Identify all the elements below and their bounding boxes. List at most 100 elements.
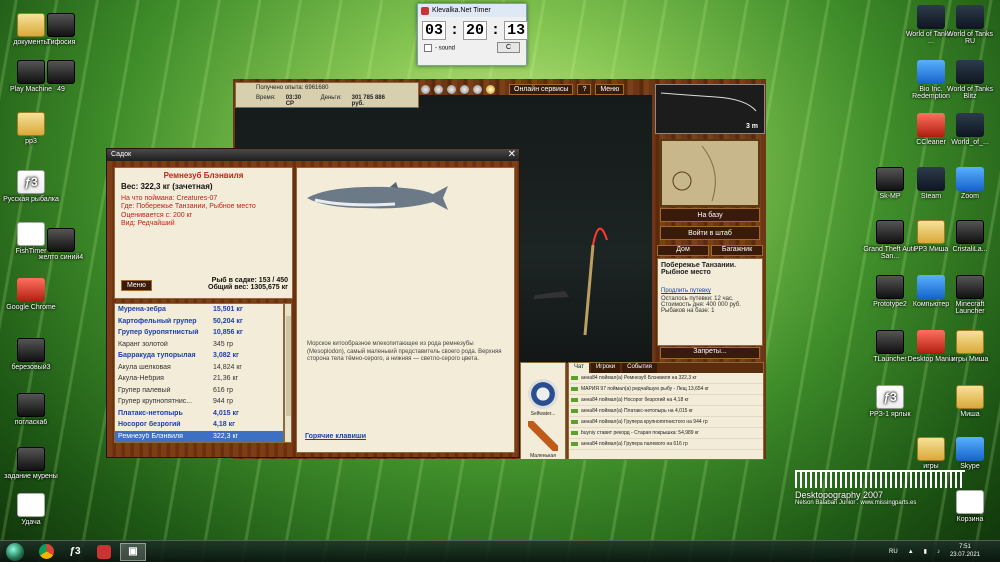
fish-row-weight: 50,204 кг	[213, 317, 243, 325]
folder-icon	[956, 330, 984, 354]
to-base-button[interactable]: На базу	[660, 208, 760, 222]
desktop-icon[interactable]: World of Tanks RU	[942, 5, 998, 46]
enter-hq-button[interactable]: Войти в штаб	[660, 226, 760, 240]
fish-list-row[interactable]: Групер палевый 616 гр	[115, 385, 283, 397]
desktop-icon[interactable]: задание мурены	[3, 447, 59, 480]
tray-arrow-icon[interactable]: ▲	[908, 549, 914, 555]
taskbar-window-icon[interactable]: ▣	[120, 542, 146, 561]
money-label: Деньги:	[320, 95, 342, 101]
desktop-icon[interactable]: Google Chrome	[3, 278, 59, 311]
help-button[interactable]: ?	[577, 83, 592, 95]
timer-window[interactable]: Klevalka.Net Timer 03: 20: 13 - sound C	[417, 3, 529, 66]
chat-line: анна84 поймал(а) Групера палевого на 616…	[569, 439, 763, 450]
taskbar-rr3-icon[interactable]: ƒ3	[62, 543, 88, 561]
desktop-icon[interactable]: погласка6	[3, 393, 59, 426]
fish-list-row[interactable]: Картофельный групер 50,204 кг	[115, 316, 283, 328]
desktop-icon-label: Minecraft Launcher	[955, 301, 985, 316]
fish-row-weight: 15,501 кг	[213, 306, 243, 314]
fish-list-row[interactable]: Групер крупнопятнис... 944 гр	[115, 396, 283, 408]
brand-sub: Nelson Balaban Junior . www.missingparts…	[795, 500, 917, 506]
app-icon	[956, 437, 984, 461]
reel-icon[interactable]	[528, 379, 558, 409]
fish-list-row[interactable]: Групер буропятнистый 10,856 кг	[115, 327, 283, 339]
tab-home[interactable]: Дом	[657, 245, 709, 256]
app-icon	[17, 338, 45, 362]
taskbar-timer-icon[interactable]	[91, 543, 117, 561]
desktop-icon-label: Корзина	[956, 516, 984, 523]
app-icon	[47, 60, 75, 84]
fish-list-row[interactable]: Мурена-зебра 15,501 кг	[115, 304, 283, 316]
fish-list-row[interactable]: Платакс-нетопырь 4,015 кг	[115, 408, 283, 420]
fish-list[interactable]: Мурена-зебра 15,501 кг Картофельный групер…	[114, 303, 284, 443]
desktop-icon[interactable]: ƒ3 РРЗ-1 ярлык	[862, 385, 918, 418]
time-value: 03:30 СР	[285, 95, 302, 107]
fish-list-row[interactable]: Носорог безрогий 4,18 кг	[115, 419, 283, 431]
fish-row-weight: 345 гр	[213, 340, 234, 348]
fish-row-weight: 616 гр	[213, 386, 234, 394]
fish-row-weight: 4,18 кг	[213, 421, 235, 429]
keepnet-menu-button[interactable]: Меню	[121, 280, 152, 291]
chat-line: анна84 поймал(а) Платакс-нетопырь на 4,0…	[569, 406, 763, 417]
app-icon	[956, 113, 984, 137]
desktop-icon[interactable]: CristaliLa...	[942, 220, 998, 253]
fish-list-row[interactable]: Барракуда тупорылая 3,082 кг	[115, 350, 283, 362]
start-button[interactable]	[6, 542, 24, 561]
fish-row-name: Акула-Небрия	[118, 375, 164, 383]
fish-list-row[interactable]: Ремнезуб Блэнвиля 322,3 кг	[115, 430, 283, 442]
desktop-icon[interactable]: Тифосия	[33, 13, 89, 46]
tab-chat[interactable]: Чат	[569, 363, 589, 373]
desktop-icon[interactable]: ƒ3 Русская рыбалка	[3, 170, 59, 203]
fish-info: Ремнезуб Блэнвиля Вес: 322,3 кг (зачетна…	[114, 167, 293, 299]
desktop-icon[interactable]: Миша	[942, 385, 998, 418]
fish-list-row[interactable]: Акула шелковая 14,824 кг	[115, 362, 283, 374]
lure-label: Маленькая	[530, 453, 556, 459]
desktop-icon[interactable]: березовый3	[3, 338, 59, 371]
volume-icon[interactable]: ♪	[937, 549, 940, 555]
game-menu-button[interactable]: Меню	[595, 83, 625, 95]
desktop-icon[interactable]: Удача	[3, 493, 59, 526]
extend-trip-link[interactable]: Продлить путевку	[661, 288, 759, 294]
desktop-icon[interactable]: Zoom	[942, 167, 998, 200]
location-map[interactable]	[660, 139, 760, 207]
bell-icon	[486, 84, 495, 94]
tab-players[interactable]: Игроки	[590, 363, 621, 373]
status-bar: Получено опыта: 6961680 Время: 03:30 СР …	[235, 82, 419, 108]
desktop-icon-label: задание мурены	[4, 473, 58, 480]
clock[interactable]: 7:51 23.07.2021	[950, 544, 980, 558]
language-indicator[interactable]: RU	[889, 549, 898, 555]
desktop-icon-label: World_of_...	[951, 139, 989, 146]
fish-list-row[interactable]: Каранг золотой 345 гр	[115, 339, 283, 351]
desktop-icon[interactable]: 49	[33, 60, 89, 93]
app-icon	[47, 13, 75, 37]
desktop-icon[interactable]: Minecraft Launcher	[942, 275, 998, 316]
desktop-icon[interactable]: рр3	[3, 112, 59, 145]
network-icon[interactable]: ▮	[924, 548, 927, 555]
fish-weight: Вес: 322,3 кг (зачетная)	[121, 182, 213, 191]
sound-checkbox[interactable]: - sound	[424, 43, 455, 52]
restrictions-button[interactable]: Запреты...	[660, 347, 760, 359]
desktop-icon[interactable]: игры Миша	[942, 330, 998, 363]
close-icon[interactable]: ✕	[508, 149, 516, 160]
online-services-button[interactable]: Онлайн сервисы	[509, 83, 574, 95]
timer-c-button[interactable]: C	[496, 42, 520, 53]
app-icon: ƒ3	[876, 385, 904, 409]
desktop-icon[interactable]: Skype	[942, 437, 998, 470]
fish-list-scrollbar[interactable]	[284, 303, 292, 443]
desktop-icon-label: Тифосия	[46, 39, 76, 46]
whale-illustration	[307, 182, 448, 210]
tab-events[interactable]: События	[622, 363, 657, 373]
app-icon	[917, 5, 945, 29]
hotkeys-link[interactable]: Горячие клавиши	[305, 433, 366, 440]
fish-row-weight: 10,856 кг	[213, 329, 243, 337]
fish-list-row[interactable]: Акула-Небрия 21,36 кг	[115, 373, 283, 385]
taskbar-chrome-icon[interactable]	[33, 543, 59, 561]
tab-luggage[interactable]: Багажник	[711, 245, 763, 256]
app-icon	[956, 167, 984, 191]
dialog-titlebar[interactable]: Садок ✕	[107, 149, 519, 161]
desktop-icon[interactable]: желто синий4	[33, 228, 89, 261]
desktop-icon[interactable]: World_of_...	[942, 113, 998, 146]
timer-titlebar[interactable]: Klevalka.Net Timer	[418, 4, 526, 17]
desktop-icon[interactable]: World of Tanks Blitz	[942, 60, 998, 101]
chat-panel: Чат Игроки События анна84 поймал(а) Ремн…	[568, 362, 764, 460]
lure-icon[interactable]	[528, 421, 558, 451]
